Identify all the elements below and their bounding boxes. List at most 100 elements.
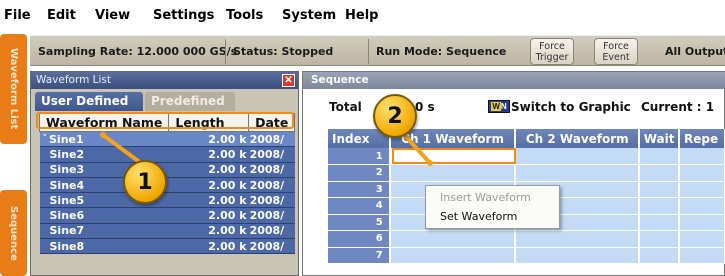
ch1-cell[interactable] [389,148,517,165]
menu-set-waveform[interactable]: Set Waveform [440,210,517,223]
side-tab-waveform-list[interactable]: Waveform List [0,34,27,144]
length-cell: 2.00 k [168,223,249,240]
menu-insert-waveform[interactable]: Insert Waveform [440,191,531,204]
repeat-cell[interactable] [679,247,725,264]
menu-system[interactable]: System [282,8,336,23]
col-repeat[interactable]: Repe [679,129,725,148]
chevron-down-icon: ˅ [42,133,48,144]
sequence-titlebar: Sequence [303,72,725,89]
sequence-row[interactable]: 1 [328,148,725,165]
tab-user-defined[interactable]: User Defined [35,92,143,111]
waveform-name-cell: Sine8 [39,238,169,255]
callout-2: 2 [373,94,417,138]
waveform-list-titlebar: Waveform List ✕ [31,72,298,89]
wait-cell[interactable] [639,230,681,248]
sequence-row[interactable]: 2 [328,164,725,182]
menu-settings[interactable]: Settings [153,8,214,23]
index-cell: 3 [328,181,391,198]
table-row[interactable]: Sine6 2.00 k 2008/ [39,207,295,224]
sequence-title: Sequence [311,74,369,86]
date-cell: 2008/ [248,131,295,148]
table-row[interactable]: Sine8 2.00 k 2008/ [39,238,295,255]
ch1-cell[interactable] [389,164,517,182]
ch2-cell[interactable] [515,164,641,182]
side-tab-sequence[interactable]: Sequence [0,190,27,276]
wait-cell[interactable] [639,197,681,215]
col-length[interactable]: Length [168,113,250,132]
side-tab-sequence-label: Sequence [8,205,19,261]
date-cell: 2008/ [248,223,295,240]
waveform-name-cell: Sine7 [39,223,169,240]
col-wait[interactable]: Wait [639,129,681,148]
repeat-cell[interactable] [679,214,725,231]
length-cell: 2.00 k [168,162,249,178]
col-ch2-waveform[interactable]: Ch 2 Waveform [515,129,641,148]
sequence-panel: Sequence Total 0 s WN Switch to Graphic … [302,71,725,276]
repeat-cell[interactable] [679,148,725,165]
index-cell: 1 [328,148,391,165]
side-tab-waveform-list-label: Waveform List [8,48,19,130]
menu-edit[interactable]: Edit [47,8,76,23]
wait-cell[interactable] [639,164,681,182]
date-cell: 2008/ [248,146,295,163]
tab-predefined[interactable]: Predefined [145,92,235,111]
length-cell: 2.00 k [168,146,249,163]
wait-cell[interactable] [639,214,681,231]
force-event-label-1: Force [603,41,629,52]
sequence-row[interactable]: 7 [328,247,725,264]
menu-tools[interactable]: Tools [226,8,263,23]
sampling-rate: Sampling Rate: 12.000 000 GS/s [38,45,238,58]
table-row[interactable]: ˅ Sine1 2.00 k 2008/ [39,131,295,148]
waveform-name-cell: ˅ Sine1 [39,131,169,148]
table-row[interactable]: Sine7 2.00 k 2008/ [39,223,295,240]
callout-1: 1 [123,160,167,204]
wait-cell[interactable] [639,247,681,264]
wait-cell[interactable] [639,181,681,198]
date-cell: 2008/ [248,177,295,194]
force-event-label-2: Event [602,52,630,63]
all-outputs-label[interactable]: All Outputs [665,45,725,58]
menu-file[interactable]: File [4,8,31,23]
ch2-cell[interactable] [515,230,641,248]
index-cell: 5 [328,214,391,231]
separator [368,39,369,64]
wait-cell[interactable] [639,148,681,165]
length-cell: 2.00 k [168,207,249,224]
switch-graphic-icon[interactable]: WN [488,100,510,113]
repeat-cell[interactable] [679,181,725,198]
repeat-cell[interactable] [679,164,725,182]
length-cell: 2.00 k [168,238,249,255]
table-row[interactable]: Sine5 2.00 k 2008/ [39,192,295,209]
switch-to-graphic-button[interactable]: Switch to Graphic [511,100,631,114]
status-bar: Sampling Rate: 12.000 000 GS/s Status: S… [30,35,725,66]
sequence-row[interactable]: 6 [328,230,725,248]
index-cell: 7 [328,247,391,264]
ch2-cell[interactable] [515,247,641,264]
force-event-button[interactable]: Force Event [594,38,638,65]
close-icon[interactable]: ✕ [282,74,295,87]
table-row[interactable]: Sine3 2.00 k 2008/ [39,162,295,178]
table-row[interactable]: Sine2 2.00 k 2008/ [39,146,295,163]
force-trigger-button[interactable]: Force Trigger [530,38,574,65]
repeat-cell[interactable] [679,230,725,248]
index-cell: 4 [328,197,391,215]
date-cell: 2008/ [248,162,295,178]
ch2-cell[interactable] [515,148,641,165]
force-trigger-label-1: Force [539,41,565,52]
menu-view[interactable]: View [95,8,130,23]
length-cell: 2.00 k [168,177,249,194]
context-menu: Insert Waveform Set Waveform [425,185,560,229]
menu-help[interactable]: Help [345,8,378,23]
col-waveform-name[interactable]: Waveform Name [38,113,170,132]
separator [225,39,226,64]
current-index: Current : 1 [641,100,715,114]
menu-bar: File Edit View Settings Tools System Hel… [0,0,725,31]
col-date[interactable]: Date [248,113,295,132]
ch1-cell[interactable] [389,247,517,264]
repeat-cell[interactable] [679,197,725,215]
ch1-cell[interactable] [389,230,517,248]
waveform-name: Sine1 [49,132,84,146]
date-cell: 2008/ [248,207,295,224]
date-cell: 2008/ [248,192,295,209]
table-row[interactable]: Sine4 2.00 k 2008/ [39,177,295,194]
